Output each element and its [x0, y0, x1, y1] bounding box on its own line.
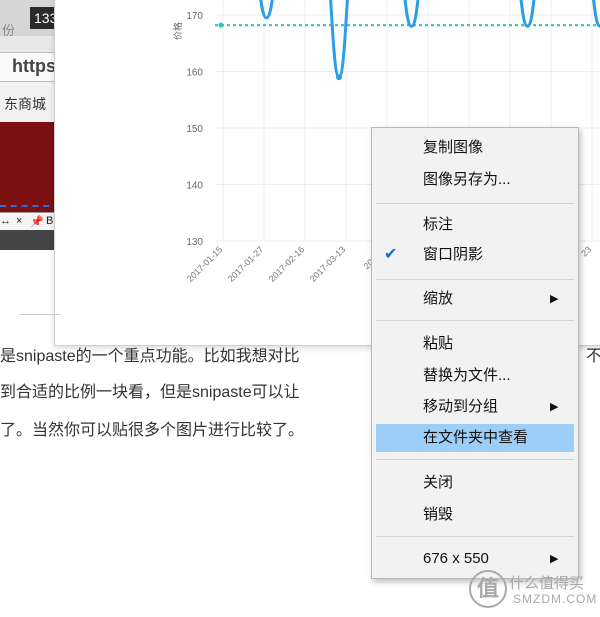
- menu-item-label: 关闭: [423, 474, 454, 491]
- menu-item-label: 粘贴: [423, 335, 454, 352]
- watermark-subtitle: SMZDM.COM: [513, 592, 598, 606]
- y-tick-label: 130: [186, 237, 203, 248]
- article-line: 了。当然你可以贴很多个图片进行比较了。: [0, 422, 305, 439]
- menu-item-annotate[interactable]: 标注: [372, 211, 578, 239]
- menu-item-close[interactable]: 关闭: [372, 469, 578, 497]
- menu-item-copy-image[interactable]: 复制图像: [372, 134, 578, 162]
- screenshot-banner: [0, 122, 60, 212]
- submenu-arrow-icon: ▶: [550, 293, 559, 305]
- menu-item-save-image-as[interactable]: 图像另存为...: [372, 166, 578, 194]
- y-tick-label: 170: [186, 11, 203, 22]
- screenshot-toolbar[interactable]: ↔ × 📌 B: [0, 212, 60, 231]
- pin-icon[interactable]: 📌: [30, 215, 44, 228]
- menu-separator: [376, 536, 574, 537]
- x-tick-label: 2017-02-16: [267, 244, 307, 284]
- series-min-point: [336, 74, 342, 81]
- smzdm-logo-icon: 值: [469, 570, 507, 608]
- menu-item-move-to-group[interactable]: 移动到分组 ▶: [372, 393, 578, 421]
- menu-item-show-in-folder[interactable]: 在文件夹中查看: [376, 424, 574, 452]
- menu-separator: [376, 320, 574, 321]
- reference-line-point: [218, 22, 224, 28]
- menu-separator: [376, 279, 574, 280]
- watermark-title: 什么值得买: [509, 575, 585, 592]
- x-tick-label: 2017-01-27: [226, 244, 266, 284]
- screenshot-nav-text: 东商城: [4, 96, 46, 112]
- menu-item-zoom[interactable]: 缩放 ▶: [372, 285, 578, 313]
- background-screenshot: 133 份 https 东商城 ↔ × 📌 B: [0, 0, 60, 250]
- y-axis-label: 价格: [172, 22, 184, 40]
- x-tick-label: 23: [579, 244, 593, 258]
- menu-item-label: 替换为文件...: [423, 367, 511, 384]
- y-tick-label: 160: [186, 68, 203, 79]
- submenu-arrow-icon: ▶: [550, 401, 559, 413]
- x-tick-label: 2017-01-15: [185, 244, 225, 284]
- menu-item-replace-with-file[interactable]: 替换为文件...: [372, 362, 578, 390]
- menu-item-label: 标注: [423, 216, 454, 233]
- menu-item-label: 在文件夹中查看: [423, 429, 529, 446]
- article-line-fragment: 不: [586, 348, 600, 365]
- menu-item-label: 图像另存为...: [423, 171, 511, 188]
- screenshot-bottom-bar: [0, 230, 60, 250]
- screenshot-selection-border: [0, 205, 60, 207]
- article-line: 到合适的比例一块看，但是snipaste可以让: [0, 384, 300, 401]
- y-tick-label: 150: [186, 124, 203, 135]
- screenshot-nav: 东商城: [0, 82, 60, 122]
- screenshot-url-text: https: [12, 56, 56, 76]
- article-line: 是snipaste的一个重点功能。比如我想对比: [0, 348, 300, 365]
- menu-item-label: 缩放: [423, 290, 454, 307]
- checkmark-icon: ✔: [384, 246, 398, 263]
- menu-separator: [376, 459, 574, 460]
- menu-item-label: 复制图像: [423, 139, 484, 156]
- watermark: 值 什么值得买 SMZDM.COM: [465, 566, 598, 612]
- menu-item-label: 销毁: [423, 506, 454, 523]
- context-menu: 复制图像 图像另存为... 标注 ✔ 窗口阴影 缩放 ▶ 粘贴 替换为文件...…: [371, 127, 579, 579]
- menu-separator: [376, 203, 574, 204]
- menu-item-label: 窗口阴影: [423, 246, 484, 263]
- screenshot-partial-char: 份: [2, 23, 16, 38]
- screenshot-url-bar: https: [0, 52, 60, 82]
- menu-item-label: 移动到分组: [423, 398, 499, 415]
- close-icon[interactable]: ×: [16, 215, 22, 227]
- menu-item-window-shadow[interactable]: ✔ 窗口阴影: [372, 241, 578, 269]
- series-line: [259, 0, 600, 79]
- menu-item-destroy[interactable]: 销毁: [372, 501, 578, 529]
- y-tick-label: 140: [186, 181, 203, 192]
- divider: [20, 314, 60, 315]
- menu-item-paste[interactable]: 粘贴: [372, 330, 578, 358]
- x-tick-label: 2017-03-13: [308, 244, 348, 284]
- bold-icon[interactable]: B: [46, 215, 53, 227]
- move-icon[interactable]: ↔: [0, 215, 11, 227]
